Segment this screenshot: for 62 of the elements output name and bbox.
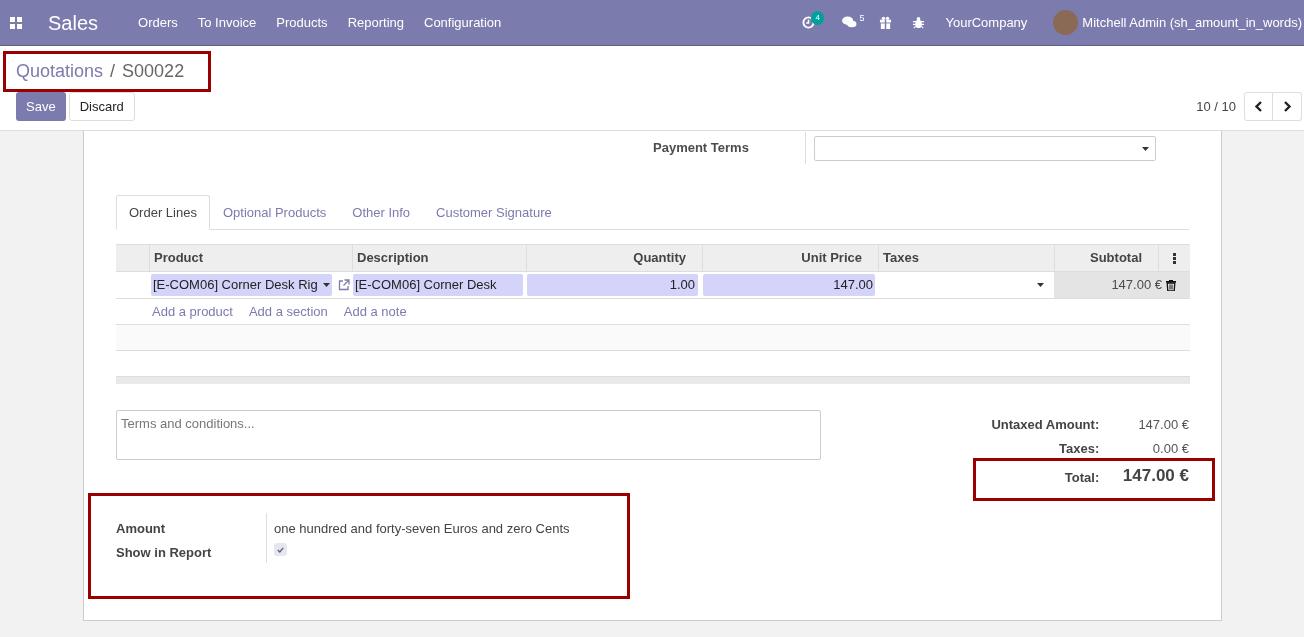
save-button[interactable]: Save	[16, 92, 66, 121]
bug-icon[interactable]	[912, 16, 926, 29]
company-name[interactable]: YourCompany	[945, 12, 1028, 33]
total-label: Untaxed Amount:	[990, 416, 1100, 435]
checkmark-icon	[277, 546, 284, 553]
tab[interactable]: Customer Signature	[423, 195, 565, 230]
total-value: 147.00 €	[1137, 416, 1189, 435]
message-count: 5	[859, 12, 865, 25]
show-in-report-checkbox[interactable]	[274, 543, 287, 556]
user-name[interactable]: Mitchell Admin (sh_amount_in_words)	[1082, 12, 1302, 33]
previous-button[interactable]	[1244, 92, 1273, 121]
menu-link[interactable]: Products	[276, 12, 328, 33]
kebab-menu-icon[interactable]	[1173, 252, 1176, 264]
breadcrumb-current: S00022	[122, 60, 185, 83]
total-value: 147.00 €	[1121, 465, 1189, 488]
breadcrumb-link[interactable]: Quotations	[16, 58, 104, 85]
field-label: Show in Report	[116, 544, 213, 561]
menu-link[interactable]: Reporting	[347, 12, 404, 33]
chat-bubbles-icon[interactable]	[842, 16, 858, 29]
total-value: 0.00 €	[1151, 440, 1189, 459]
caret-icon	[1037, 283, 1044, 287]
terms-field[interactable]: Terms and conditions...	[116, 410, 822, 460]
tab[interactable]: Other Info	[339, 195, 424, 230]
quantity-field[interactable]: 1.00	[527, 274, 698, 296]
description-field[interactable]: [E-COM06] Corner Desk	[353, 274, 523, 296]
menu-link[interactable]: To Invoice	[197, 12, 257, 33]
activity-count-badge: 4	[811, 10, 824, 25]
pager-value: 10 / 10	[1196, 97, 1236, 116]
add-line-link[interactable]: Add a product	[152, 301, 233, 322]
tab[interactable]: Optional Products	[209, 195, 340, 230]
chevron-right-icon	[1282, 101, 1292, 112]
clock-icon[interactable]	[802, 16, 816, 29]
gift-icon[interactable]	[879, 16, 893, 29]
column-header[interactable]: Taxes	[883, 248, 919, 268]
product-field[interactable]: [E-COM06] Corner Desk Rig	[151, 274, 332, 296]
tab[interactable]: Order Lines	[116, 195, 210, 230]
menu-link[interactable]: Orders	[138, 12, 178, 33]
add-line-link[interactable]: Add a section	[248, 301, 328, 322]
column-header[interactable]: Quantity	[633, 248, 686, 268]
total-label: Taxes:	[1058, 440, 1100, 459]
apps-grid-icon[interactable]	[10, 16, 22, 29]
unit-price-field[interactable]: 147.00	[703, 274, 875, 296]
amount-in-words: one hundred and forty-seven Euros and zero Cents	[274, 520, 570, 537]
menu-link[interactable]: Configuration	[424, 12, 502, 33]
discard-button[interactable]: Discard	[68, 92, 135, 121]
column-header[interactable]: Subtotal	[1090, 248, 1142, 268]
total-label: Total:	[1063, 469, 1100, 488]
subtotal-cell: 147.00 €	[1054, 272, 1190, 298]
column-header[interactable]: Product	[154, 248, 204, 268]
caret-icon	[1142, 146, 1149, 151]
trash-icon[interactable]	[1166, 279, 1176, 291]
caret-icon	[323, 283, 330, 287]
column-header[interactable]: Description	[357, 248, 429, 268]
app-title[interactable]: Sales	[48, 7, 99, 38]
next-button[interactable]	[1273, 92, 1302, 121]
add-line-link[interactable]: Add a note	[343, 301, 407, 322]
field-label: Payment Terms	[653, 139, 750, 157]
column-header[interactable]: Unit Price	[801, 248, 862, 268]
chevron-left-icon	[1254, 101, 1263, 112]
field-label: Amount	[116, 520, 167, 537]
breadcrumb-separator: /	[110, 60, 116, 83]
external-link-icon[interactable]	[338, 279, 350, 291]
